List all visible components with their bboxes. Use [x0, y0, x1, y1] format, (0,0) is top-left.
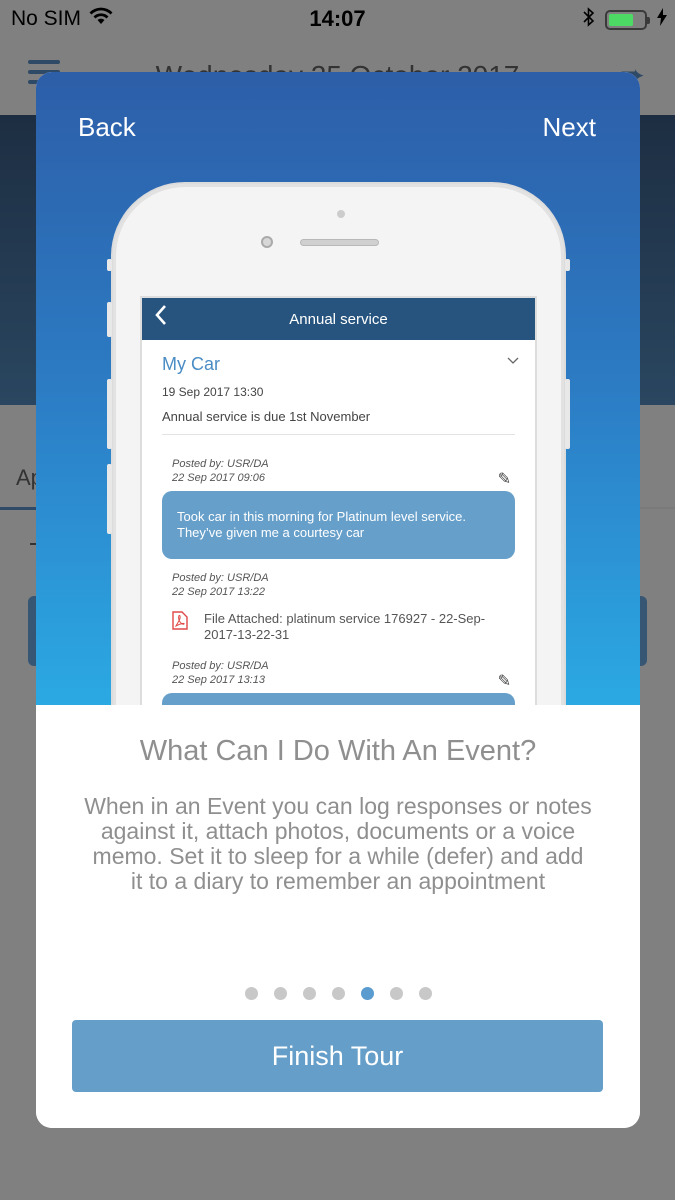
- post-author: Posted by: USR/DA: [172, 572, 269, 584]
- phone-side-button: [565, 379, 570, 449]
- post-timestamp: 22 Sep 2017 13:22: [172, 586, 265, 598]
- file-attachment: File Attached: platinum service 176927 -…: [162, 599, 515, 643]
- pdf-file-icon: [172, 611, 188, 643]
- post-timestamp: 22 Sep 2017 09:06: [172, 472, 265, 484]
- tour-content: What Can I Do With An Event? When in an …: [36, 705, 640, 1128]
- phone-side-button: [107, 302, 112, 337]
- post-author: Posted by: USR/DA: [172, 660, 269, 672]
- tour-description: When in an Event you can log responses o…: [84, 793, 592, 894]
- event-header: My Car 19 Sep 2017 13:30 Annual service …: [142, 340, 535, 435]
- phone-side-button: [107, 259, 112, 271]
- bluetooth-icon: [583, 7, 595, 33]
- phone-side-button: [565, 259, 570, 271]
- phone-mockup: Annual service My Car 19 Sep 2017 13:30 …: [107, 184, 570, 705]
- edit-icon: ✎: [497, 471, 511, 488]
- finish-tour-button[interactable]: Finish Tour: [72, 1020, 603, 1092]
- back-button[interactable]: Back: [78, 112, 136, 143]
- chevron-down-icon: [507, 354, 519, 368]
- post-note: Took car in this morning for Platinum le…: [162, 491, 515, 559]
- post-note: [162, 693, 515, 705]
- page-dot[interactable]: [302, 987, 316, 1000]
- page-indicator: [36, 987, 640, 1000]
- event-name: My Car: [162, 354, 220, 374]
- mockup-app-bar: Annual service: [142, 298, 535, 340]
- post-item: Posted by: USR/DA 22 Sep 2017 13:22 File…: [142, 571, 535, 643]
- event-date: 19 Sep 2017 13:30: [162, 385, 264, 399]
- clock: 14:07: [309, 6, 366, 31]
- tour-heading: What Can I Do With An Event?: [139, 735, 537, 767]
- page-dot[interactable]: [244, 987, 258, 1000]
- page-dot-active[interactable]: [360, 987, 374, 1000]
- edit-icon: ✎: [497, 673, 511, 690]
- file-name: File Attached: platinum service 176927 -…: [204, 611, 486, 642]
- post-item: Posted by: USR/DA 22 Sep 2017 13:13 ✎: [142, 659, 535, 705]
- page-dot[interactable]: [418, 987, 432, 1000]
- status-bar: No SIM 14:07: [0, 0, 675, 40]
- post-timestamp: 22 Sep 2017 13:13: [172, 674, 265, 686]
- phone-side-button: [107, 379, 112, 449]
- mockup-title: Annual service: [289, 311, 388, 328]
- battery-icon: [605, 10, 650, 30]
- page-dot[interactable]: [331, 987, 345, 1000]
- background-tab-indicator: [0, 507, 40, 510]
- phone-side-button: [107, 464, 112, 534]
- event-description: Annual service is due 1st November: [162, 409, 515, 435]
- phone-sensor: [337, 210, 345, 218]
- post-author: Posted by: USR/DA: [172, 458, 269, 470]
- charging-bolt-icon: [657, 8, 667, 32]
- page-dot[interactable]: [389, 987, 403, 1000]
- phone-camera: [261, 236, 273, 248]
- mockup-screen: Annual service My Car 19 Sep 2017 13:30 …: [140, 296, 537, 705]
- phone-speaker: [300, 239, 379, 246]
- page-dot[interactable]: [273, 987, 287, 1000]
- tour-modal: Back Next Annual service My Car 19 Sep 2…: [36, 72, 640, 1128]
- next-button[interactable]: Next: [543, 112, 596, 143]
- tour-hero: Back Next Annual service My Car 19 Sep 2…: [36, 72, 640, 705]
- post-item: Posted by: USR/DA 22 Sep 2017 09:06 ✎ To…: [142, 457, 535, 559]
